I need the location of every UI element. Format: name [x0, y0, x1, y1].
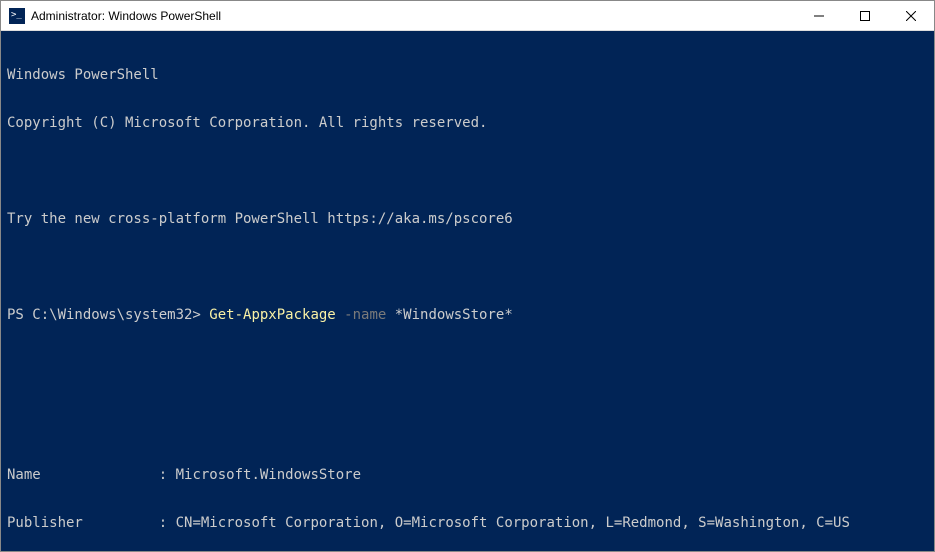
prop-row-publisher: Publisher : CN=Microsoft Corporation, O=… [7, 515, 928, 531]
window-controls [796, 1, 934, 30]
blank-line [7, 403, 928, 419]
try-message: Try the new cross-platform PowerShell ht… [7, 211, 928, 227]
window-title: Administrator: Windows PowerShell [31, 9, 796, 23]
minimize-button[interactable] [796, 1, 842, 30]
command-flag: -name [336, 307, 395, 323]
blank-line [7, 259, 928, 275]
header-line-2: Copyright (C) Microsoft Corporation. All… [7, 115, 928, 131]
command-name: Get-AppxPackage [209, 307, 335, 323]
terminal-pane[interactable]: Windows PowerShell Copyright (C) Microso… [1, 31, 934, 551]
prompt-line-1: PS C:\Windows\system32> Get-AppxPackage … [7, 307, 928, 323]
powershell-icon [9, 8, 25, 24]
powershell-window: Administrator: Windows PowerShell Window… [0, 0, 935, 552]
header-line-1: Windows PowerShell [7, 67, 928, 83]
titlebar[interactable]: Administrator: Windows PowerShell [1, 1, 934, 31]
command-arg: *WindowsStore* [395, 307, 513, 323]
blank-line [7, 355, 928, 371]
maximize-button[interactable] [842, 1, 888, 30]
prompt-prefix: PS C:\Windows\system32> [7, 307, 209, 323]
close-button[interactable] [888, 1, 934, 30]
blank-line [7, 163, 928, 179]
prop-row-name: Name : Microsoft.WindowsStore [7, 467, 928, 483]
